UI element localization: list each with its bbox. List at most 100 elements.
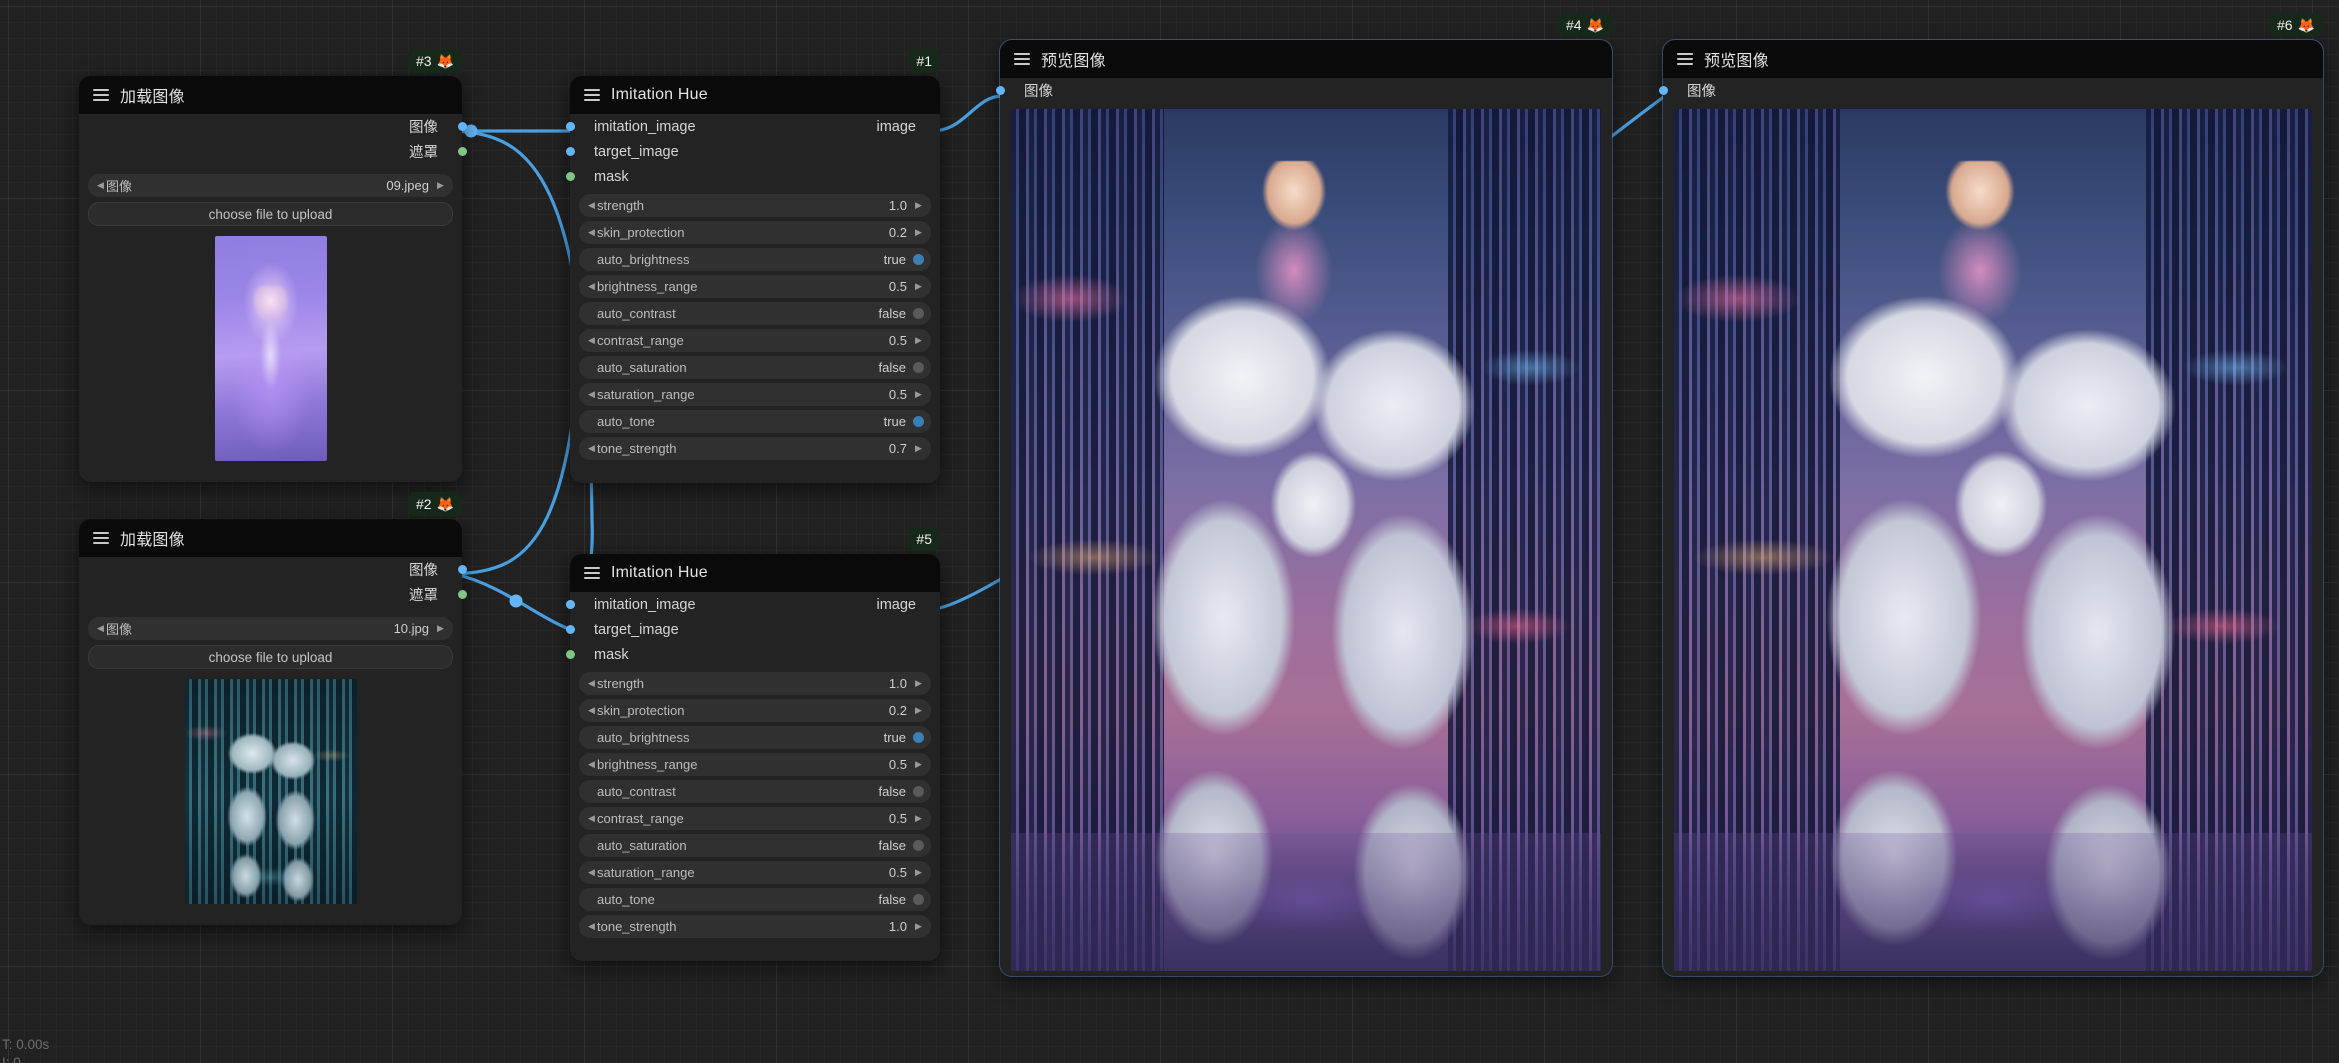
widget-auto_tone[interactable]: ◀auto_tonetrue xyxy=(579,410,931,433)
output-slot-image[interactable]: 图像 xyxy=(79,114,462,139)
toggle-auto_tone[interactable] xyxy=(913,894,924,905)
widget-strength[interactable]: ◀strength1.0▶ xyxy=(579,672,931,695)
chevron-left-icon[interactable]: ◀ xyxy=(586,390,597,399)
image-output-slot-dot[interactable] xyxy=(566,122,575,131)
output-slot-image[interactable]: 图像 xyxy=(79,557,462,582)
chevron-right-icon[interactable]: ▶ xyxy=(913,390,924,399)
hamburger-icon[interactable] xyxy=(1014,53,1030,65)
image-slot-dot[interactable] xyxy=(566,147,575,156)
image-slot-dot[interactable] xyxy=(566,625,575,634)
widget-auto_saturation[interactable]: ◀auto_saturationfalse xyxy=(579,356,931,379)
input-slot-image[interactable]: 图像 xyxy=(1000,78,1612,103)
widget-auto_contrast[interactable]: ◀auto_contrastfalse xyxy=(579,780,931,803)
chevron-left-icon[interactable]: ◀ xyxy=(586,201,597,210)
chevron-right-icon[interactable]: ▶ xyxy=(913,201,924,210)
toggle-auto_contrast[interactable] xyxy=(913,308,924,319)
node-header[interactable]: 加载图像 xyxy=(79,76,462,114)
node-badge-6[interactable]: #6 🦊 xyxy=(2269,13,2323,37)
widget-contrast_range[interactable]: ◀contrast_range0.5▶ xyxy=(579,807,931,830)
toggle-auto_tone[interactable] xyxy=(913,416,924,427)
widget-contrast_range[interactable]: ◀contrast_range0.5▶ xyxy=(579,329,931,352)
chevron-left-icon[interactable]: ◀ xyxy=(586,814,597,823)
choose-file-to-upload-button[interactable]: choose file to upload xyxy=(88,645,453,669)
image-slot-dot[interactable] xyxy=(996,86,1005,95)
toggle-auto_contrast[interactable] xyxy=(913,786,924,797)
node-preview-image-6[interactable]: #6 🦊 预览图像 图像 xyxy=(1663,40,2323,976)
chevron-left-icon[interactable]: ◀ xyxy=(586,868,597,877)
node-load-image-2[interactable]: #2 🦊 加载图像 图像 遮罩 ◀ 图像 10.jpg ▶ choose fil… xyxy=(79,519,462,925)
chevron-right-icon[interactable]: ▶ xyxy=(913,444,924,453)
chevron-right-icon[interactable]: ▶ xyxy=(913,336,924,345)
chevron-right-icon[interactable]: ▶ xyxy=(913,282,924,291)
hamburger-icon[interactable] xyxy=(584,567,600,579)
chevron-right-icon[interactable]: ▶ xyxy=(913,706,924,715)
mask-slot-dot[interactable] xyxy=(566,650,575,659)
chevron-left-icon[interactable]: ◀ xyxy=(586,228,597,237)
node-badge-1[interactable]: #1 xyxy=(908,49,940,73)
node-imitation-hue-5[interactable]: #5 Imitation Hue imitation_image image t… xyxy=(570,554,940,961)
image-thumbnail[interactable] xyxy=(215,236,327,461)
chevron-left-icon[interactable]: ◀ xyxy=(95,624,106,633)
widget-image-combo[interactable]: ◀ 图像 10.jpg ▶ xyxy=(88,617,453,640)
image-slot-dot[interactable] xyxy=(1659,86,1668,95)
input-slot-target-image[interactable]: target_image xyxy=(570,617,940,642)
node-header[interactable]: 加载图像 xyxy=(79,519,462,557)
mask-slot-dot[interactable] xyxy=(458,590,467,599)
widget-auto_brightness[interactable]: ◀auto_brightnesstrue xyxy=(579,726,931,749)
image-output-slot-dot[interactable] xyxy=(566,600,575,609)
node-badge-4[interactable]: #4 🦊 xyxy=(1558,13,1612,37)
chevron-right-icon[interactable]: ▶ xyxy=(913,760,924,769)
hamburger-icon[interactable] xyxy=(93,532,109,544)
widget-auto_tone[interactable]: ◀auto_tonefalse xyxy=(579,888,931,911)
node-header[interactable]: Imitation Hue xyxy=(570,76,940,114)
toggle-auto_brightness[interactable] xyxy=(913,732,924,743)
chevron-right-icon[interactable]: ▶ xyxy=(913,814,924,823)
node-imitation-hue-1[interactable]: #1 Imitation Hue imitation_image image t… xyxy=(570,76,940,483)
mask-slot-dot[interactable] xyxy=(566,172,575,181)
widget-auto_contrast[interactable]: ◀auto_contrastfalse xyxy=(579,302,931,325)
input-slot-mask[interactable]: mask xyxy=(570,164,940,189)
widget-brightness_range[interactable]: ◀brightness_range0.5▶ xyxy=(579,275,931,298)
hamburger-icon[interactable] xyxy=(584,89,600,101)
chevron-left-icon[interactable]: ◀ xyxy=(586,679,597,688)
chevron-left-icon[interactable]: ◀ xyxy=(586,444,597,453)
image-preview[interactable] xyxy=(1011,109,1601,971)
chevron-left-icon[interactable]: ◀ xyxy=(586,336,597,345)
chevron-right-icon[interactable]: ▶ xyxy=(913,679,924,688)
node-load-image-3[interactable]: #3 🦊 加载图像 图像 遮罩 ◀ 图像 09.jpeg ▶ choose fi… xyxy=(79,76,462,482)
chevron-left-icon[interactable]: ◀ xyxy=(586,706,597,715)
input-slot-target-image[interactable]: target_image xyxy=(570,139,940,164)
hamburger-icon[interactable] xyxy=(1677,53,1693,65)
chevron-left-icon[interactable]: ◀ xyxy=(586,760,597,769)
input-slot-image[interactable]: 图像 xyxy=(1663,78,2323,103)
node-header[interactable]: 预览图像 xyxy=(1663,40,2323,78)
node-header[interactable]: 预览图像 xyxy=(1000,40,1612,78)
image-thumbnail[interactable] xyxy=(185,679,357,904)
toggle-auto_saturation[interactable] xyxy=(913,362,924,373)
output-slot-mask[interactable]: 遮罩 xyxy=(79,139,462,164)
chevron-right-icon[interactable]: ▶ xyxy=(913,922,924,931)
chevron-right-icon[interactable]: ▶ xyxy=(435,181,446,190)
widget-skin_protection[interactable]: ◀skin_protection0.2▶ xyxy=(579,699,931,722)
widget-auto_saturation[interactable]: ◀auto_saturationfalse xyxy=(579,834,931,857)
choose-file-to-upload-button[interactable]: choose file to upload xyxy=(88,202,453,226)
widget-tone_strength[interactable]: ◀tone_strength1.0▶ xyxy=(579,915,931,938)
widget-strength[interactable]: ◀strength1.0▶ xyxy=(579,194,931,217)
image-slot-dot[interactable] xyxy=(458,122,467,131)
hamburger-icon[interactable] xyxy=(93,89,109,101)
chevron-right-icon[interactable]: ▶ xyxy=(435,624,446,633)
node-badge-5[interactable]: #5 xyxy=(908,527,940,551)
node-badge-2[interactable]: #2 🦊 xyxy=(408,492,462,516)
widget-auto_brightness[interactable]: ◀auto_brightnesstrue xyxy=(579,248,931,271)
widget-brightness_range[interactable]: ◀brightness_range0.5▶ xyxy=(579,753,931,776)
toggle-auto_saturation[interactable] xyxy=(913,840,924,851)
chevron-right-icon[interactable]: ▶ xyxy=(913,228,924,237)
widget-image-combo[interactable]: ◀ 图像 09.jpeg ▶ xyxy=(88,174,453,197)
image-preview[interactable] xyxy=(1674,109,2312,971)
node-header[interactable]: Imitation Hue xyxy=(570,554,940,592)
node-badge-3[interactable]: #3 🦊 xyxy=(408,49,462,73)
widget-saturation_range[interactable]: ◀saturation_range0.5▶ xyxy=(579,383,931,406)
node-preview-image-4[interactable]: #4 🦊 预览图像 图像 xyxy=(1000,40,1612,976)
chevron-left-icon[interactable]: ◀ xyxy=(586,282,597,291)
widget-tone_strength[interactable]: ◀tone_strength0.7▶ xyxy=(579,437,931,460)
